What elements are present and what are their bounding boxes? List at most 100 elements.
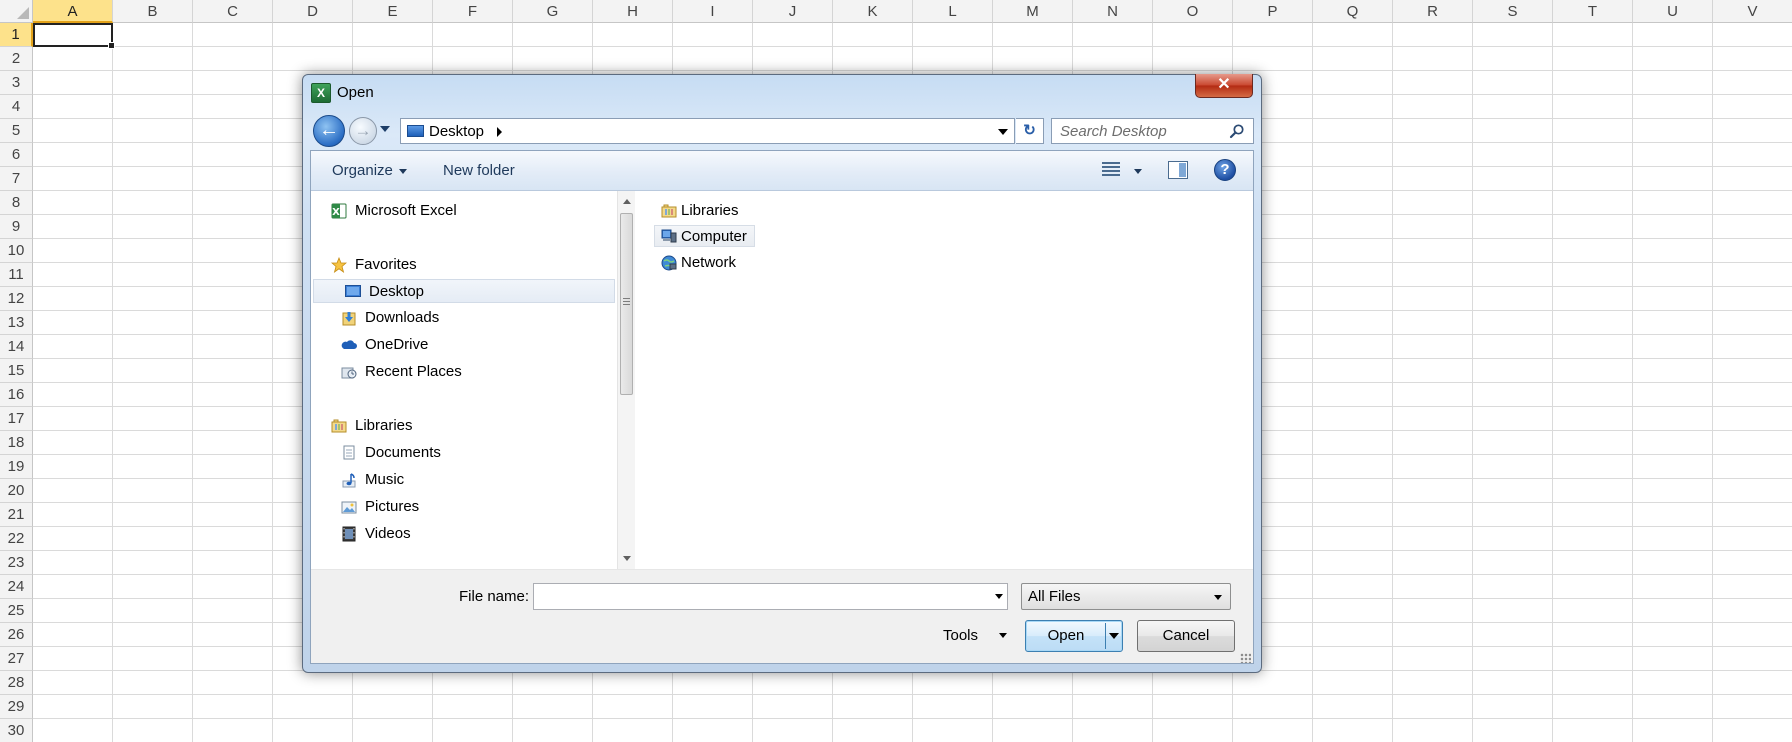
file-name-input[interactable]: [533, 583, 1008, 610]
address-dropdown-icon[interactable]: [998, 129, 1008, 135]
row-header[interactable]: 10: [0, 239, 33, 263]
column-header[interactable]: N: [1073, 0, 1153, 23]
fill-handle[interactable]: [108, 42, 115, 49]
row-header[interactable]: 29: [0, 695, 33, 719]
row-header[interactable]: 14: [0, 335, 33, 359]
column-header[interactable]: O: [1153, 0, 1233, 23]
row-header[interactable]: 21: [0, 503, 33, 527]
search-icon[interactable]: [1229, 123, 1245, 139]
row-header[interactable]: 16: [0, 383, 33, 407]
nav-pane-scrollbar[interactable]: [617, 191, 635, 569]
nav-item-pictures[interactable]: Pictures: [341, 495, 601, 519]
row-header[interactable]: 24: [0, 575, 33, 599]
column-header[interactable]: I: [673, 0, 753, 23]
file-name-dropdown-icon[interactable]: [995, 594, 1003, 599]
column-header[interactable]: A: [33, 0, 113, 23]
row-header[interactable]: 22: [0, 527, 33, 551]
nav-item-favorites[interactable]: Favorites: [331, 253, 601, 277]
change-view-button[interactable]: [1102, 160, 1146, 182]
row-header[interactable]: 27: [0, 647, 33, 671]
open-button[interactable]: Open: [1025, 620, 1123, 652]
nav-item-recent-places[interactable]: Recent Places: [341, 360, 601, 384]
address-bar[interactable]: Desktop: [400, 118, 1015, 144]
address-location[interactable]: Desktop: [429, 123, 484, 140]
row-header[interactable]: 26: [0, 623, 33, 647]
open-options-dropdown-icon[interactable]: [1109, 633, 1119, 639]
nav-item-documents[interactable]: Documents: [341, 441, 601, 465]
row-header[interactable]: 9: [0, 215, 33, 239]
column-header[interactable]: J: [753, 0, 833, 23]
documents-icon: [343, 445, 355, 460]
column-header[interactable]: S: [1473, 0, 1553, 23]
tools-button[interactable]: Tools: [943, 622, 1018, 649]
new-folder-button[interactable]: New folder: [443, 162, 515, 179]
row-header[interactable]: 8: [0, 191, 33, 215]
breadcrumb-arrow-icon[interactable]: [497, 127, 502, 137]
row-header[interactable]: 25: [0, 599, 33, 623]
column-header[interactable]: P: [1233, 0, 1313, 23]
file-type-select[interactable]: All Files: [1021, 583, 1231, 610]
scroll-thumb[interactable]: [620, 213, 633, 395]
row-header[interactable]: 30: [0, 719, 33, 742]
nav-item-desktop[interactable]: Desktop: [313, 279, 615, 303]
column-header[interactable]: B: [113, 0, 193, 23]
nav-item-microsoft-excel[interactable]: X Microsoft Excel: [331, 199, 601, 223]
row-header[interactable]: 12: [0, 287, 33, 311]
nav-item-onedrive[interactable]: OneDrive: [341, 333, 601, 357]
column-header[interactable]: L: [913, 0, 993, 23]
file-list[interactable]: Libraries Computer Network: [637, 191, 1253, 569]
row-header[interactable]: 23: [0, 551, 33, 575]
search-input[interactable]: [1051, 118, 1254, 144]
row-header[interactable]: 4: [0, 95, 33, 119]
column-header[interactable]: R: [1393, 0, 1473, 23]
row-header[interactable]: 6: [0, 143, 33, 167]
close-button[interactable]: ✕: [1195, 74, 1253, 98]
recent-locations-dropdown[interactable]: [380, 126, 390, 132]
row-header[interactable]: 2: [0, 47, 33, 71]
column-header[interactable]: D: [273, 0, 353, 23]
preview-pane-button[interactable]: [1168, 161, 1188, 179]
resize-grip-icon[interactable]: [1240, 653, 1251, 663]
title-bar[interactable]: X Open ✕: [303, 74, 1261, 109]
column-header[interactable]: M: [993, 0, 1073, 23]
column-header[interactable]: F: [433, 0, 513, 23]
back-button[interactable]: ←: [313, 115, 345, 147]
nav-item-videos[interactable]: Videos: [341, 522, 601, 546]
row-header[interactable]: 28: [0, 671, 33, 695]
row-header[interactable]: 1: [0, 23, 33, 47]
column-header[interactable]: U: [1633, 0, 1713, 23]
row-header[interactable]: 20: [0, 479, 33, 503]
list-item-computer[interactable]: Computer: [654, 225, 755, 247]
row-header[interactable]: 15: [0, 359, 33, 383]
row-header[interactable]: 3: [0, 71, 33, 95]
row-header[interactable]: 11: [0, 263, 33, 287]
scroll-down-icon[interactable]: [623, 556, 631, 561]
organize-button[interactable]: Organize: [332, 162, 407, 179]
column-header[interactable]: V: [1713, 0, 1792, 23]
row-header[interactable]: 17: [0, 407, 33, 431]
scroll-up-icon[interactable]: [623, 199, 631, 204]
list-item-libraries[interactable]: Libraries: [657, 200, 747, 222]
refresh-button[interactable]: ↻: [1016, 118, 1044, 144]
row-header[interactable]: 19: [0, 455, 33, 479]
help-button[interactable]: ?: [1214, 159, 1236, 181]
cancel-button[interactable]: Cancel: [1137, 620, 1235, 652]
nav-item-music[interactable]: Music: [341, 468, 601, 492]
column-header[interactable]: T: [1553, 0, 1633, 23]
column-header[interactable]: E: [353, 0, 433, 23]
column-header[interactable]: Q: [1313, 0, 1393, 23]
nav-item-libraries[interactable]: Libraries: [331, 414, 601, 438]
column-header[interactable]: C: [193, 0, 273, 23]
row-header[interactable]: 13: [0, 311, 33, 335]
column-header[interactable]: K: [833, 0, 913, 23]
forward-button[interactable]: →: [349, 117, 377, 145]
list-item-network[interactable]: Network: [657, 252, 747, 274]
active-cell-a1[interactable]: [33, 23, 115, 49]
row-header[interactable]: 7: [0, 167, 33, 191]
column-header[interactable]: H: [593, 0, 673, 23]
select-all-corner[interactable]: [0, 0, 33, 23]
column-header[interactable]: G: [513, 0, 593, 23]
row-header[interactable]: 18: [0, 431, 33, 455]
nav-item-downloads[interactable]: Downloads: [341, 306, 601, 330]
row-header[interactable]: 5: [0, 119, 33, 143]
